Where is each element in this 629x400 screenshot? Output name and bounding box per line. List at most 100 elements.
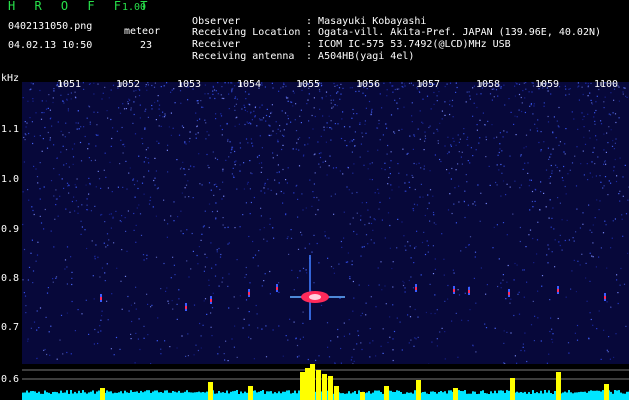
noise-dot — [330, 195, 332, 197]
noise-dot — [367, 209, 369, 211]
noise-dot — [534, 123, 536, 125]
noise-dot — [606, 267, 608, 269]
noise-dot — [93, 82, 95, 84]
noise-dot — [447, 209, 450, 211]
y-tick-label: 0.9 — [1, 224, 20, 235]
noise-dot — [575, 185, 578, 187]
noise-dot — [558, 144, 560, 146]
echo-dot — [185, 306, 187, 309]
noise-dot — [496, 164, 498, 166]
noise-dot — [259, 229, 261, 231]
noise-dot — [513, 279, 515, 281]
noise-dot — [98, 178, 101, 180]
noise-dot — [401, 349, 403, 351]
noise-dot — [163, 85, 165, 87]
noise-dot — [110, 118, 112, 121]
noise-dot — [343, 126, 346, 128]
noise-dot — [169, 346, 171, 348]
x-tick-label: 1054 — [237, 79, 262, 90]
noise-dot — [478, 142, 480, 144]
y-tick-label: 0.6 — [1, 374, 20, 385]
noise-dot — [170, 277, 172, 279]
noise-dot — [260, 207, 262, 209]
noise-dot — [469, 236, 472, 238]
noise-dot — [437, 142, 439, 144]
noise-dot — [548, 158, 550, 160]
noise-dot — [559, 234, 561, 236]
noise-dot — [458, 294, 461, 296]
noise-dot — [524, 332, 526, 334]
noise-dot — [80, 233, 82, 235]
noise-dot — [41, 100, 43, 102]
noise-dot — [286, 237, 288, 240]
noise-dot — [222, 170, 224, 172]
noise-dot — [468, 244, 470, 246]
noise-dot — [610, 306, 612, 308]
baseline-bar — [26, 390, 28, 400]
noise-dot — [546, 362, 548, 364]
noise-dot — [143, 337, 145, 339]
noise-dot — [216, 158, 219, 161]
noise-dot — [231, 338, 233, 340]
noise-dot — [424, 214, 426, 217]
noise-dot — [311, 205, 313, 207]
noise-dot — [106, 263, 108, 265]
noise-dot — [64, 136, 66, 138]
noise-dot — [446, 153, 449, 155]
noise-dot — [189, 131, 191, 133]
noise-dot — [111, 293, 113, 295]
baseline-bar — [358, 390, 360, 400]
noise-dot — [167, 144, 169, 146]
baseline-bar — [78, 390, 80, 400]
noise-dot — [415, 338, 417, 340]
noise-dot — [70, 256, 72, 258]
noise-dot — [277, 128, 279, 130]
noise-dot — [216, 249, 218, 251]
noise-dot — [182, 168, 185, 170]
noise-dot — [244, 106, 246, 108]
noise-dot — [392, 91, 394, 93]
noise-dot — [196, 254, 198, 257]
noise-dot — [242, 327, 244, 329]
baseline-bar — [94, 393, 96, 400]
noise-dot — [518, 109, 520, 111]
noise-dot — [465, 101, 467, 103]
noise-dot — [214, 97, 216, 100]
noise-dot — [301, 234, 303, 236]
noise-dot — [384, 285, 386, 287]
noise-dot — [347, 166, 349, 168]
noise-dot — [129, 167, 131, 169]
noise-dot — [592, 224, 594, 226]
noise-dot — [35, 112, 37, 114]
noise-dot — [180, 210, 182, 212]
noise-dot — [207, 164, 209, 167]
noise-dot — [428, 126, 430, 129]
noise-dot — [307, 358, 309, 361]
noise-dot — [514, 115, 516, 117]
noise-dot — [304, 144, 306, 146]
baseline-bar — [214, 393, 216, 400]
noise-dot — [192, 197, 194, 199]
noise-dot — [119, 163, 121, 165]
noise-dot — [181, 125, 183, 127]
noise-dot — [44, 126, 46, 129]
noise-dot — [353, 139, 355, 141]
noise-dot — [93, 343, 95, 345]
noise-dot — [184, 142, 186, 144]
noise-dot — [569, 88, 571, 90]
noise-dot — [392, 304, 394, 306]
noise-dot — [283, 192, 285, 194]
noise-dot — [411, 174, 413, 177]
noise-dot — [135, 224, 137, 226]
noise-dot — [219, 256, 222, 258]
noise-dot — [71, 271, 73, 273]
noise-dot — [36, 176, 39, 178]
baseline-bar — [28, 392, 30, 400]
noise-dot — [332, 99, 335, 101]
noise-dot — [145, 149, 147, 151]
noise-dot — [259, 135, 261, 137]
noise-dot — [258, 250, 260, 252]
noise-dot — [456, 86, 458, 89]
noise-dot — [46, 353, 48, 356]
noise-dot — [434, 154, 436, 156]
